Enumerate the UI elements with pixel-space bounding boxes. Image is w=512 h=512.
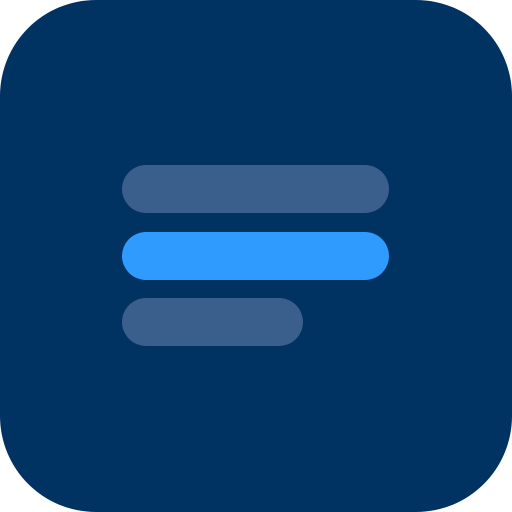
bottom-bar <box>122 298 303 346</box>
top-bar <box>122 165 389 213</box>
app-icon[interactable] <box>0 0 512 512</box>
middle-bar <box>122 232 389 280</box>
